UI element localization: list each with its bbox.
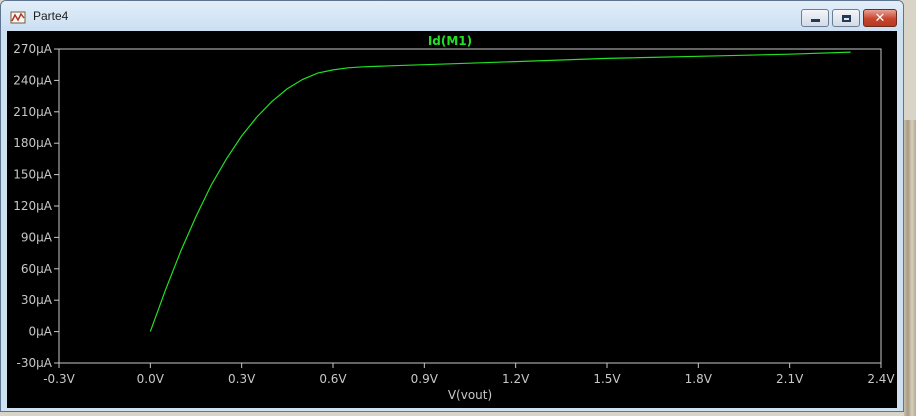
x-tick-label: 0.0V [137, 372, 165, 386]
series-line[interactable] [149, 51, 851, 332]
y-tick-label: 30µA [21, 293, 53, 307]
maximize-button[interactable] [832, 9, 860, 27]
x-tick-label: 2.1V [776, 372, 804, 386]
y-tick-label: 90µA [21, 230, 53, 244]
close-icon: ✕ [874, 10, 886, 26]
y-tick-label: 180µA [13, 136, 53, 150]
close-button[interactable]: ✕ [863, 9, 897, 27]
minimize-button[interactable] [801, 9, 829, 27]
y-tick-label: 60µA [21, 262, 53, 276]
x-tick-label: 0.9V [411, 372, 439, 386]
trace-label[interactable]: Id(M1) [428, 34, 472, 48]
x-tick-label: 0.3V [228, 372, 256, 386]
plot-frame [58, 48, 882, 364]
plot-canvas[interactable]: -30µA 0µA 30µA 60µA 90µA 120µA 150µA 180µA 210µA… [7, 31, 897, 408]
y-tick-label: 0µA [29, 325, 53, 339]
y-tick-label: 210µA [13, 105, 53, 119]
window-title: Parte4 [33, 9, 69, 23]
x-tick-label: 1.5V [593, 372, 621, 386]
minimize-icon [810, 19, 820, 22]
x-tick-label: 1.2V [502, 372, 530, 386]
x-tick-label: 0.6V [319, 372, 347, 386]
waveform-viewer-icon [10, 11, 26, 24]
x-axis-title: V(vout) [448, 388, 492, 402]
y-tick-label: 120µA [13, 199, 53, 213]
x-tick-label: 2.4V [867, 372, 895, 386]
x-tick-label: -0.3V [43, 372, 75, 386]
x-tick-label: 1.8V [685, 372, 713, 386]
desktop-background [904, 120, 916, 416]
plot-pane[interactable]: -30µA 0µA 30µA 60µA 90µA 120µA 150µA 180µA 210µA… [7, 31, 897, 408]
maximize-icon [841, 14, 851, 22]
waveform-window: Parte4 ✕ -30µA 0µA 30µA 60µA 90µA 120µA 150µA 1… [0, 0, 904, 412]
y-tick-label: -30µA [17, 356, 53, 370]
title-bar[interactable]: Parte4 ✕ [1, 1, 903, 31]
y-tick-label: 150µA [13, 168, 53, 182]
y-tick-label: 240µA [13, 73, 53, 87]
y-tick-label: 270µA [13, 42, 53, 56]
